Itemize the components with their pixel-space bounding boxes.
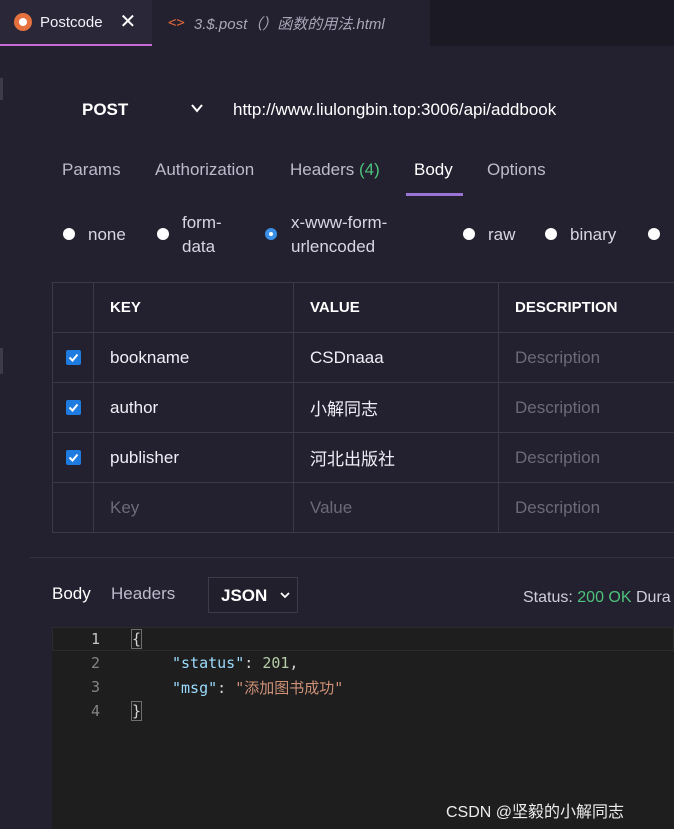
tab-html-file[interactable]: <> 3.$.post（）函数的用法.html (152, 0, 430, 46)
request-tabs: Params Authorization Headers (4) Body Op… (0, 158, 674, 198)
editor-tab-bar: Postcode ✕ <> 3.$.post（）函数的用法.html (0, 0, 674, 46)
status-badge: 200 OK (577, 589, 632, 606)
header-value: VALUE (294, 283, 499, 332)
param-value[interactable]: 小解同志 (294, 383, 499, 432)
json-number: 201 (262, 654, 290, 672)
new-key-input[interactable]: Key (94, 483, 294, 532)
watermark: CSDN @坚毅的小解同志 (446, 804, 625, 821)
json-close-brace: } (130, 701, 143, 721)
tab-postcode[interactable]: Postcode ✕ (0, 0, 152, 46)
tab-authorization[interactable]: Authorization (155, 160, 254, 180)
header-key: KEY (94, 283, 294, 332)
param-key[interactable]: publisher (94, 433, 294, 482)
response-format-select[interactable]: JSON (208, 577, 298, 613)
code-line: 2 "status": 201, (52, 651, 298, 675)
code-line: 3 "msg": "添加图书成功" (52, 675, 343, 699)
radio-urlencoded-label-line1: x-www-form- (291, 213, 388, 232)
param-value[interactable]: 河北出版社 (294, 433, 499, 482)
response-tab-body[interactable]: Body (52, 584, 91, 604)
json-string: "添加图书成功" (235, 678, 344, 697)
response-status: Status: 200 OK Dura (523, 589, 671, 607)
radio-raw-label: raw (488, 225, 516, 244)
code-icon: <> (168, 15, 185, 31)
radio-raw[interactable] (463, 228, 475, 240)
radio-form-data[interactable] (157, 228, 169, 240)
header-description: DESCRIPTION (515, 299, 618, 316)
code-line: 4 } (52, 699, 143, 723)
row-check-cell (53, 433, 94, 482)
param-key[interactable]: bookname (94, 333, 294, 382)
new-value-input[interactable]: Value (294, 483, 499, 532)
param-description[interactable]: Description (499, 383, 674, 432)
radio-urlencoded[interactable] (265, 228, 277, 240)
side-gutter-mark (0, 78, 3, 100)
postcode-logo-icon (14, 13, 32, 31)
table-row: publisher 河北出版社 Description (53, 433, 674, 483)
section-divider (30, 557, 674, 558)
duration-label: Dura (635, 589, 671, 606)
check-icon (68, 453, 78, 462)
param-value[interactable]: CSDnaaa (294, 333, 499, 382)
row-checkbox[interactable] (65, 450, 81, 465)
radio-urlencoded-label-line2: urlencoded (291, 237, 376, 256)
json-key: "msg" (172, 678, 218, 697)
tab-file-title: 3.$.post（）函数的用法.html (193, 15, 385, 33)
check-icon (68, 403, 78, 412)
new-description-input[interactable]: Description (499, 483, 674, 532)
tab-headers-label: Headers (290, 160, 355, 179)
side-gutter-mark (0, 348, 3, 374)
active-tab-underline (406, 193, 463, 196)
table-row-empty: Key Value Description (53, 483, 674, 532)
url-input[interactable]: http://www.liulongbin.top:3006/api/addbo… (233, 100, 556, 120)
line-number: 4 (90, 702, 100, 720)
status-label: Status: (523, 589, 573, 606)
radio-binary-label: binary (570, 225, 617, 244)
table-row: author 小解同志 Description (53, 383, 674, 433)
tab-params[interactable]: Params (62, 160, 121, 180)
check-icon (68, 353, 78, 362)
close-icon[interactable]: ✕ (120, 12, 137, 32)
form-params-table: KEY VALUE DESCRIPTION bookname CSDnaaa D… (52, 282, 674, 533)
headers-count-badge: (4) (359, 160, 380, 179)
method-select[interactable]: POST (82, 100, 128, 120)
table-row: bookname CSDnaaa Description (53, 333, 674, 383)
radio-form-data-label-line2: data (182, 237, 216, 256)
current-line-highlight (52, 627, 674, 651)
row-check-cell (53, 483, 94, 532)
json-status-line: "status": 201, (172, 654, 299, 672)
table-header-row: KEY VALUE DESCRIPTION (53, 283, 674, 333)
radio-none[interactable] (63, 228, 75, 240)
chevron-down-icon (280, 592, 290, 599)
line-number: 1 (90, 630, 100, 648)
row-checkbox[interactable] (65, 350, 81, 365)
json-msg-line: "msg": "添加图书成功" (172, 678, 344, 697)
header-check-cell (53, 283, 94, 332)
json-key: "status" (172, 654, 245, 672)
json-open-brace: { (130, 629, 143, 649)
row-check-cell (53, 333, 94, 382)
tab-headers[interactable]: Headers (4) (290, 160, 380, 180)
row-checkbox[interactable] (65, 400, 81, 415)
tab-title: Postcode (40, 13, 103, 31)
line-number: 2 (90, 654, 100, 672)
radio-graphql[interactable] (648, 228, 660, 240)
radio-form-data-label-line1: form- (182, 213, 222, 232)
line-number: 3 (90, 678, 100, 696)
chevron-down-icon[interactable] (190, 101, 204, 115)
row-check-cell (53, 383, 94, 432)
param-key[interactable]: author (94, 383, 294, 432)
radio-none-label: none (88, 225, 126, 244)
response-format-label: JSON (221, 586, 268, 605)
tab-options[interactable]: Options (487, 160, 546, 180)
tab-body[interactable]: Body (414, 160, 453, 180)
param-description[interactable]: Description (499, 433, 674, 482)
response-tab-headers[interactable]: Headers (111, 584, 175, 604)
radio-binary[interactable] (545, 228, 557, 240)
param-description[interactable]: Description (499, 333, 674, 382)
code-line: 1 { (52, 627, 143, 651)
